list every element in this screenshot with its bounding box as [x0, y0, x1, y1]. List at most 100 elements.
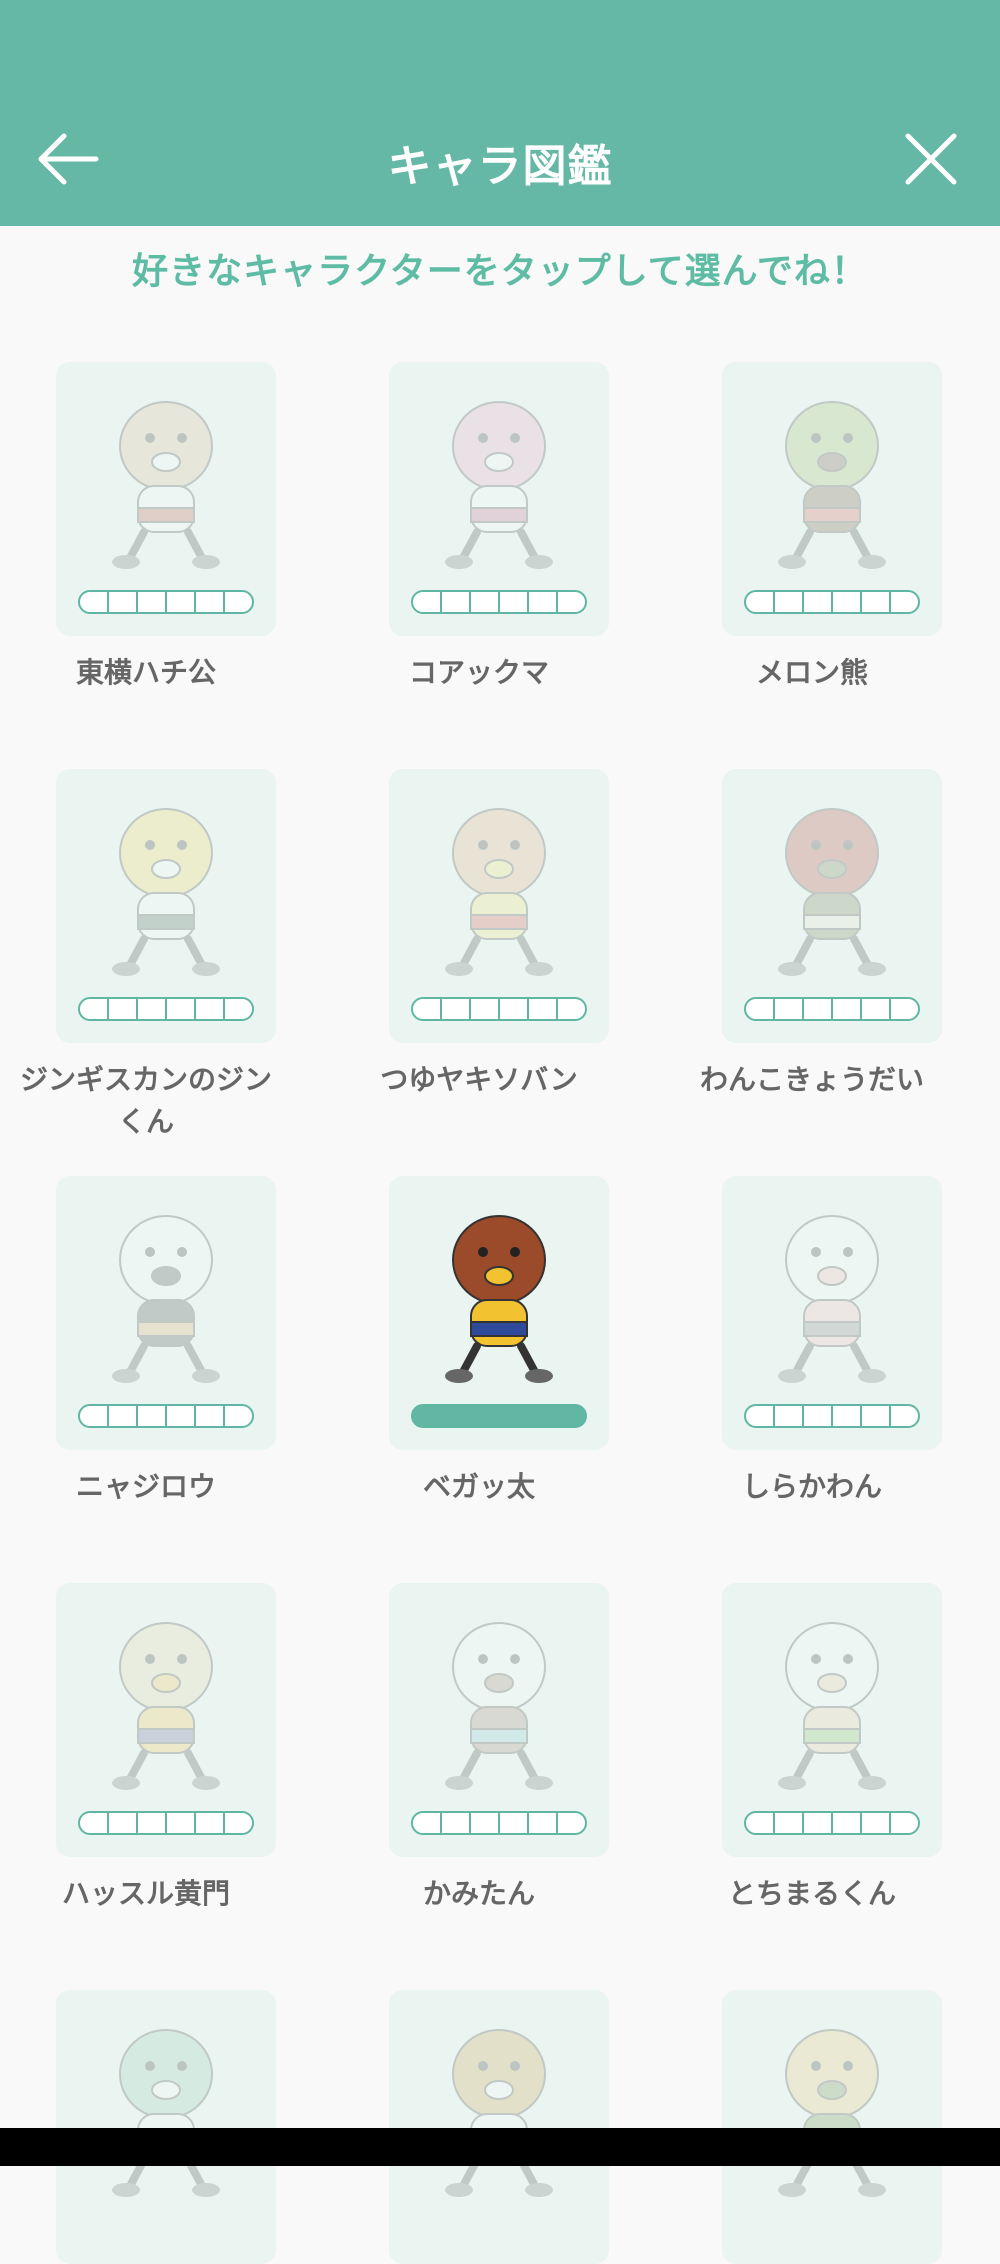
character-image [746, 783, 918, 983]
progress-segment [891, 1813, 918, 1833]
progress-bar [411, 590, 587, 614]
character-image [413, 1190, 585, 1390]
progress-segment [225, 1406, 252, 1426]
character-card[interactable] [722, 1990, 942, 2264]
character-card[interactable] [389, 1583, 609, 1857]
progress-segment [413, 592, 442, 612]
character-card[interactable] [56, 1990, 276, 2264]
progress-bar [411, 1404, 587, 1428]
character-image [80, 376, 252, 576]
progress-segment [138, 1813, 167, 1833]
character-image [746, 1190, 918, 1390]
progress-segment [167, 999, 196, 1019]
progress-segment [196, 999, 225, 1019]
progress-segment [471, 999, 500, 1019]
progress-segment [746, 1813, 775, 1833]
character-image [80, 2004, 252, 2204]
progress-segment [80, 1813, 109, 1833]
progress-segment [804, 592, 833, 612]
character-grid: 東横ハチ公 コアックマ メロン熊 ジンギスカンのジンくん つゆヤキソバン わんこ… [0, 0, 1000, 2264]
character-name: とちまるくん [727, 1877, 896, 1910]
progress-segment [500, 1406, 529, 1426]
character-name: ニャジロウ [75, 1470, 216, 1503]
character-card[interactable] [722, 362, 942, 636]
character-image [413, 2004, 585, 2204]
progress-segment [80, 592, 109, 612]
progress-segment [891, 1406, 918, 1426]
character-card[interactable] [56, 1176, 276, 1450]
progress-segment [833, 999, 862, 1019]
character-card[interactable] [389, 769, 609, 1043]
progress-segment [775, 1813, 804, 1833]
progress-segment [833, 592, 862, 612]
character-name: 東横ハチ公 [75, 656, 216, 689]
character-card[interactable] [56, 362, 276, 636]
progress-bar [744, 997, 920, 1021]
progress-segment [225, 999, 252, 1019]
character-card[interactable] [722, 1583, 942, 1857]
progress-segment [558, 592, 585, 612]
progress-segment [862, 1813, 891, 1833]
progress-segment [413, 999, 442, 1019]
character-card[interactable] [722, 1176, 942, 1450]
progress-segment [413, 1813, 442, 1833]
progress-segment [775, 999, 804, 1019]
character-card[interactable] [389, 362, 609, 636]
character-card[interactable] [389, 1176, 609, 1450]
character-name: つゆヤキソバン [380, 1063, 578, 1096]
progress-segment [138, 999, 167, 1019]
progress-segment [80, 999, 109, 1019]
character-card[interactable] [389, 1990, 609, 2264]
character-card[interactable] [56, 769, 276, 1043]
progress-segment [109, 592, 138, 612]
progress-bar [411, 997, 587, 1021]
progress-segment [529, 592, 558, 612]
progress-bar [744, 1811, 920, 1835]
character-image [80, 1190, 252, 1390]
character-image [746, 2004, 918, 2204]
character-name: わんこきょうだい [699, 1063, 924, 1096]
character-image [80, 783, 252, 983]
character-name: メロン熊 [755, 656, 868, 689]
progress-segment [109, 1406, 138, 1426]
character-card[interactable] [722, 769, 942, 1043]
progress-bar [744, 1404, 920, 1428]
progress-segment [862, 592, 891, 612]
progress-segment [196, 1813, 225, 1833]
progress-segment [529, 1406, 558, 1426]
character-image [413, 376, 585, 576]
progress-segment [804, 999, 833, 1019]
progress-segment [558, 1406, 585, 1426]
progress-segment [442, 1406, 471, 1426]
progress-segment [891, 592, 918, 612]
progress-segment [138, 592, 167, 612]
progress-segment [500, 592, 529, 612]
progress-segment [529, 1813, 558, 1833]
progress-segment [833, 1406, 862, 1426]
progress-segment [804, 1813, 833, 1833]
progress-bar [78, 1811, 254, 1835]
system-bottom-bar [0, 2128, 1000, 2166]
progress-segment [196, 592, 225, 612]
character-image [413, 1597, 585, 1797]
character-name: しらかわん [741, 1470, 882, 1503]
progress-segment [167, 592, 196, 612]
character-image [746, 1597, 918, 1797]
progress-bar [78, 997, 254, 1021]
progress-segment [775, 592, 804, 612]
character-card[interactable] [56, 1583, 276, 1857]
character-name: かみたん [422, 1877, 535, 1910]
progress-segment [804, 1406, 833, 1426]
progress-segment [746, 1406, 775, 1426]
progress-segment [471, 1406, 500, 1426]
progress-segment [471, 1813, 500, 1833]
progress-bar [411, 1811, 587, 1835]
character-name: ジンギスカンのジンくん [19, 1063, 272, 1138]
progress-segment [891, 999, 918, 1019]
progress-segment [167, 1813, 196, 1833]
progress-bar [78, 1404, 254, 1428]
progress-segment [442, 592, 471, 612]
progress-segment [500, 1813, 529, 1833]
progress-segment [775, 1406, 804, 1426]
progress-segment [529, 999, 558, 1019]
